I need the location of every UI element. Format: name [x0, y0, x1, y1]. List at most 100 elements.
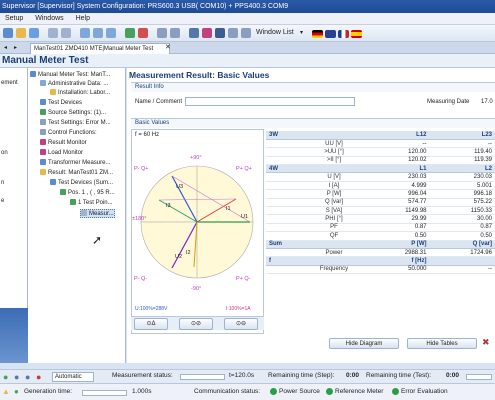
tools-icon[interactable]: ✖ — [482, 337, 490, 348]
tree-item[interactable]: Test Devices (Sum... — [50, 179, 113, 188]
basic-values-table: 3W L12 L23 UU [V] -- -- >UU [°] 120.00 119.40 >II… — [266, 131, 495, 275]
menu-setup[interactable]: Setup — [0, 13, 28, 25]
mode-select[interactable]: Automatic — [52, 372, 94, 382]
info-icon: ● — [14, 387, 19, 396]
save-icon[interactable] — [29, 28, 39, 38]
stop-icon[interactable]: ● — [36, 372, 41, 382]
settings-icon[interactable] — [157, 28, 167, 38]
toolbar: Window List ▾ — [0, 25, 495, 42]
table-cell: 3W — [266, 131, 304, 140]
quadrant-bl-label: P- Q- — [134, 276, 147, 282]
table-cell: QF — [304, 231, 364, 241]
paste-icon[interactable] — [106, 28, 116, 38]
installation-icon — [50, 89, 56, 96]
test-point-icon — [70, 199, 76, 206]
menu-help[interactable]: Help — [71, 13, 95, 25]
grid-icon[interactable] — [228, 28, 238, 38]
flag-fr-icon[interactable] — [338, 30, 349, 38]
table-cell — [266, 181, 304, 191]
meter-icon[interactable] — [170, 28, 180, 38]
table-cell — [304, 256, 364, 266]
left-nav-item[interactable]: n — [0, 180, 4, 186]
pause-icon[interactable]: ● — [14, 372, 19, 382]
table-cell: Q [var] — [429, 240, 495, 249]
table-cell: P [W] — [304, 189, 364, 199]
page-title: Manual Meter Test — [0, 54, 495, 68]
tree-item[interactable]: Administrative Data: ... — [40, 80, 108, 89]
flag-de-icon[interactable] — [312, 30, 323, 38]
flag-uk-icon[interactable] — [215, 28, 225, 38]
stop-icon[interactable] — [138, 28, 148, 38]
vector-view-button[interactable]: ⊙Δ — [134, 318, 168, 330]
tab-scroll-left-icon[interactable]: ◂ — [4, 44, 7, 51]
tree-item[interactable]: 1 Test Poin... — [70, 199, 113, 208]
quadrant-br-label: P+ Q- — [236, 276, 251, 282]
table-cell — [266, 139, 304, 149]
flag-uk-lang-icon[interactable] — [325, 30, 336, 38]
table-cell: L23 — [429, 131, 495, 140]
tab-scroll-right-icon[interactable]: ▸ — [14, 44, 17, 51]
chevron-down-icon[interactable]: ▾ — [300, 29, 303, 36]
play-icon[interactable]: ● — [3, 372, 8, 382]
table-cell — [266, 198, 304, 208]
i1-label: I1 — [226, 206, 231, 212]
table-cell: 0.87 — [364, 223, 430, 233]
generation-time-value: 1.000s — [132, 388, 152, 395]
remaining-test-value: 0:00 — [446, 372, 460, 379]
measurement-icon — [81, 210, 87, 217]
copy-icon[interactable] — [93, 28, 103, 38]
preview-icon[interactable] — [61, 28, 71, 38]
play-icon[interactable] — [125, 28, 135, 38]
table-row: PF 0.87 0.87 — [266, 223, 495, 233]
table-row: QF 0.50 0.50 — [266, 231, 495, 241]
tree-item[interactable]: Manual Meter Test: ManT... — [30, 71, 110, 80]
table-row: >II [°] 120.02 119.39 — [266, 156, 495, 166]
new-icon[interactable] — [3, 28, 13, 38]
chart-icon[interactable] — [202, 28, 212, 38]
hide-diagram-button[interactable]: Hide Diagram — [329, 338, 399, 349]
device-icon — [40, 99, 46, 106]
menu-bar: Setup Windows Help — [0, 13, 495, 25]
tab-manual-meter-test[interactable]: ManTest01 ZMD410 MTE|Manual Meter Test — [30, 43, 170, 54]
tab-close-icon[interactable]: ✕ — [165, 43, 171, 51]
name-comment-input[interactable] — [185, 97, 355, 106]
tree-item[interactable]: Test Devices — [40, 99, 82, 108]
open-icon[interactable] — [16, 28, 26, 38]
flag-es-icon[interactable] — [351, 30, 362, 38]
u2-label: U2 — [175, 254, 182, 260]
tree-item[interactable]: Result: ManTest01 ZM... — [40, 169, 113, 178]
step-icon[interactable]: ● — [25, 372, 30, 382]
left-nav-item[interactable]: ement — [0, 80, 18, 86]
cut-icon[interactable] — [80, 28, 90, 38]
table-cell: >II [°] — [304, 156, 364, 166]
table-cell: 4.999 — [364, 181, 430, 191]
window-list-button[interactable]: Window List — [256, 29, 294, 36]
tree-item[interactable]: Load Monitor — [40, 149, 83, 158]
print-icon[interactable] — [48, 28, 58, 38]
tree-item-selected[interactable]: Measur... — [80, 209, 115, 218]
hide-tables-button[interactable]: Hide Tables — [407, 338, 477, 349]
table-cell: 120.00 — [364, 147, 430, 157]
error-evaluation-status: Error Evaluation — [392, 387, 448, 397]
basic-values-section: Basic Values — [131, 118, 495, 128]
table-cell: Q [var] — [304, 198, 364, 208]
tree-item[interactable]: Result Monitor — [40, 139, 87, 148]
measurement-bar: ● ● ● ● Automatic Measurement status: t=… — [0, 369, 495, 383]
power-view-button[interactable]: ⊙⊖ — [224, 318, 258, 330]
phasor-view-button[interactable]: ⊙⊘ — [179, 318, 213, 330]
tree-item[interactable]: Source Settings: (1)... — [40, 109, 106, 118]
tree-item[interactable]: Transformer Measure... — [40, 159, 110, 168]
remaining-step-label: Remaining time (Step): — [268, 372, 335, 379]
table-cell: P [W] — [364, 240, 430, 249]
tree-item[interactable]: Test Settings: Error M... — [40, 119, 111, 128]
left-nav-item[interactable]: e — [0, 198, 4, 204]
table-cell: PF — [304, 223, 364, 233]
tree-item[interactable]: Control Functions: — [40, 129, 97, 138]
tree-item[interactable]: Installation: Labor... — [50, 89, 110, 98]
help-icon[interactable] — [241, 28, 251, 38]
menu-windows[interactable]: Windows — [30, 13, 68, 25]
left-nav-item[interactable]: on — [0, 150, 8, 156]
document-icon — [40, 80, 46, 87]
tree-item[interactable]: Pos. 1 , ( , 95 R... — [60, 189, 115, 198]
window-icon[interactable] — [189, 28, 199, 38]
